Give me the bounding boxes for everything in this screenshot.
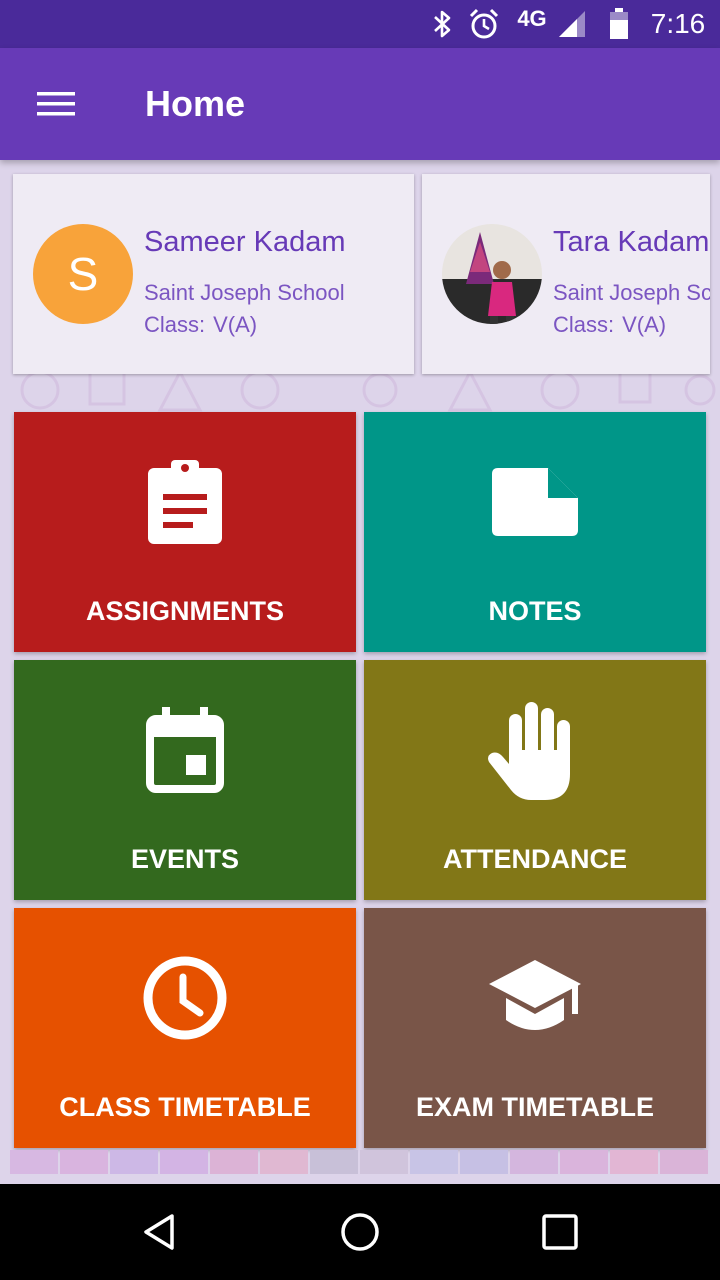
- class-label: Class:: [553, 312, 615, 337]
- graduation-cap-icon: [364, 948, 706, 1048]
- bluetooth-icon: [426, 0, 458, 48]
- student-class: Class: V(A): [144, 312, 265, 338]
- app-bar: Home: [0, 48, 720, 160]
- clipboard-icon: [14, 452, 356, 552]
- recents-icon[interactable]: [520, 1200, 600, 1264]
- back-icon[interactable]: [120, 1200, 200, 1264]
- tile-label: ASSIGNMENTS: [85, 596, 285, 626]
- hamburger-menu-icon[interactable]: [24, 80, 88, 128]
- tile-label: CLASS TIMETABLE: [59, 1092, 311, 1122]
- status-bar: 4G 7:16: [0, 0, 720, 48]
- signal-icon: [554, 0, 590, 48]
- home-icon[interactable]: [320, 1200, 400, 1264]
- tile-label: EVENTS: [130, 844, 240, 874]
- class-value: V(A): [213, 312, 258, 337]
- exam-timetable-tile[interactable]: EXAM TIMETABLE: [364, 908, 706, 1148]
- class-timetable-tile[interactable]: CLASS TIMETABLE: [14, 908, 356, 1148]
- clock-icon: [14, 948, 356, 1048]
- decorative-strip: [10, 1150, 710, 1174]
- raised-hand-icon: [364, 700, 706, 800]
- events-tile[interactable]: EVENTS: [14, 660, 356, 900]
- school-name: Saint Joseph School: [553, 280, 710, 305]
- class-label: Class:: [144, 312, 206, 337]
- student-name: Sameer Kadam: [144, 226, 346, 258]
- page-title: Home: [145, 83, 246, 124]
- note-icon: [364, 452, 706, 552]
- student-class: Class: V(A): [553, 312, 674, 338]
- system-nav-bar: [0, 1184, 720, 1280]
- student-card[interactable]: Tara Kadam Saint Joseph School Class: V(A…: [422, 174, 710, 374]
- assignments-tile[interactable]: ASSIGNMENTS: [14, 412, 356, 652]
- school-name: Saint Joseph School: [144, 280, 345, 305]
- main-content: S Sameer Kadam Saint Joseph School Class…: [0, 160, 720, 1184]
- notes-tile[interactable]: NOTES: [364, 412, 706, 652]
- avatar: S: [33, 224, 133, 324]
- clock-time: 7:16: [650, 8, 706, 39]
- tile-label: NOTES: [488, 596, 582, 626]
- class-value: V(A): [622, 312, 667, 337]
- tile-label: EXAM TIMETABLE: [416, 1092, 654, 1122]
- avatar: [442, 224, 542, 324]
- network-type: 4G: [517, 6, 547, 31]
- attendance-tile[interactable]: ATTENDANCE: [364, 660, 706, 900]
- student-name: Tara Kadam: [553, 226, 710, 258]
- tile-label: ATTENDANCE: [443, 844, 627, 874]
- alarm-icon: [464, 0, 504, 48]
- calendar-event-icon: [14, 700, 356, 800]
- student-card[interactable]: S Sameer Kadam Saint Joseph School Class…: [13, 174, 414, 374]
- battery-icon: [604, 0, 634, 48]
